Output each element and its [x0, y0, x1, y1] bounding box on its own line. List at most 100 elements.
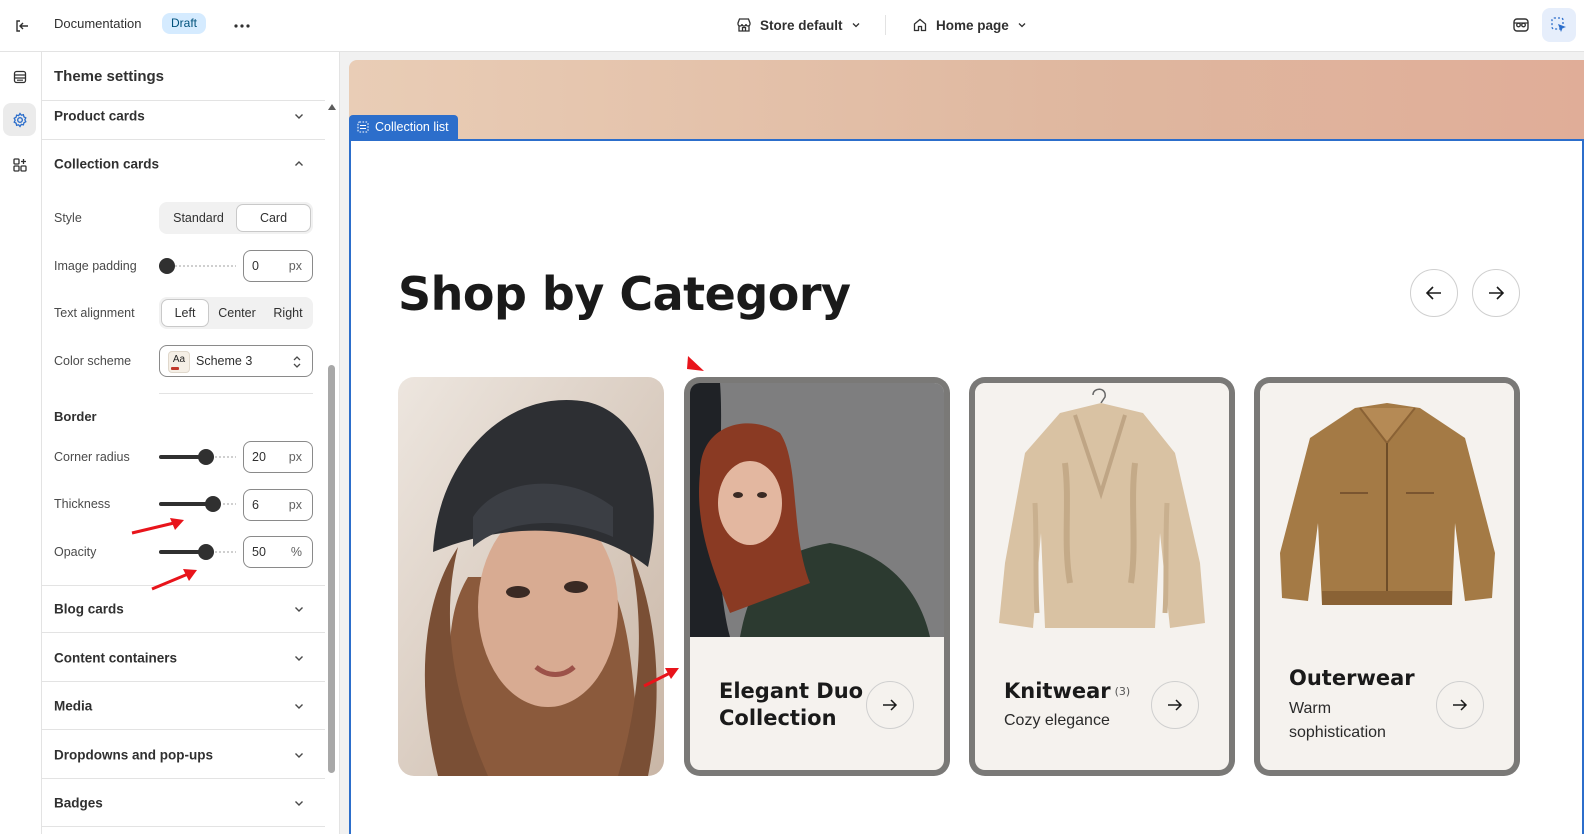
preview-icon[interactable] [1506, 10, 1536, 40]
corner-radius-slider[interactable] [159, 449, 236, 465]
align-left-option[interactable]: Left [161, 299, 209, 327]
chevron-down-icon [293, 652, 305, 664]
page-label: Home page [936, 17, 1009, 33]
thickness-slider[interactable] [159, 496, 236, 512]
arrow-right-icon [1168, 699, 1183, 711]
select-arrows-icon [293, 356, 301, 368]
align-right-option[interactable]: Right [265, 299, 311, 327]
image-padding-slider[interactable] [159, 258, 236, 274]
color-scheme-label: Color scheme [54, 354, 132, 368]
section-label: Blog cards [54, 601, 124, 617]
slider-knob[interactable] [159, 258, 175, 274]
color-scheme-select[interactable]: Aa Scheme 3 [159, 345, 313, 377]
input-value: 6 [252, 498, 259, 512]
section-tag[interactable]: Collection list [349, 115, 458, 139]
align-center-option[interactable]: Center [209, 299, 265, 327]
collection-list-icon [357, 121, 369, 133]
icon-rail [0, 52, 42, 834]
annotation-arrow-icon [643, 668, 679, 688]
section-media[interactable]: Media [42, 682, 325, 730]
arrow-right-icon [1489, 286, 1505, 300]
collection-card[interactable]: Knitwear (3) Cozy elegance [969, 377, 1235, 776]
store-label: Store default [760, 17, 843, 33]
inspector-icon[interactable] [1542, 8, 1576, 42]
chevron-down-icon [293, 603, 305, 615]
scroll-up-arrow[interactable] [328, 104, 336, 110]
status-badge: Draft [162, 13, 207, 34]
arrow-left-icon [1425, 286, 1441, 300]
section-label: Media [54, 698, 93, 713]
corner-radius-input[interactable]: 20 px [243, 441, 313, 473]
next-arrow-button[interactable] [1472, 269, 1520, 317]
text-alignment-control: Left Center Right [159, 297, 313, 329]
top-bar: Documentation Draft Store default Home p… [0, 0, 1584, 52]
chevron-down-icon [293, 749, 305, 761]
text-alignment-label: Text alignment [54, 306, 135, 320]
section-label: Collection cards [54, 156, 160, 172]
collection-card[interactable] [398, 377, 664, 776]
theme-settings-panel: Theme settings Product cards Collection … [42, 52, 340, 834]
opacity-input[interactable]: 50 % [243, 536, 313, 568]
opacity-slider[interactable] [159, 544, 236, 560]
style-option-standard[interactable]: Standard [161, 204, 236, 232]
section-product-cards[interactable]: Product cards [42, 92, 325, 140]
preview-canvas: Collection list Shop by Category Elegant… [341, 52, 1584, 834]
apps-icon[interactable] [3, 148, 36, 181]
collection-card[interactable]: Outerwear Warm sophistication [1254, 377, 1520, 776]
divider [159, 393, 313, 394]
section-badges[interactable]: Badges [42, 779, 325, 827]
knit-cardigan-image [975, 383, 1229, 643]
scrollbar-thumb[interactable] [328, 365, 335, 773]
exit-icon[interactable] [8, 12, 36, 40]
image-padding-input[interactable]: 0 px [243, 250, 313, 282]
section-label: Badges [54, 795, 103, 810]
chevron-up-icon [293, 158, 305, 170]
previous-arrow-button[interactable] [1410, 269, 1458, 317]
more-actions-icon[interactable] [228, 12, 256, 40]
store-icon [737, 18, 751, 32]
input-unit: px [288, 498, 302, 512]
store-selector[interactable]: Store default [730, 10, 867, 40]
page-selector[interactable]: Home page [906, 10, 1033, 40]
style-label: Style [54, 211, 82, 225]
section-content-containers[interactable]: Content containers [42, 634, 325, 682]
card-title: Elegant Duo Collection [719, 679, 864, 730]
arrow-right-icon [1453, 699, 1468, 711]
section-collection-cards[interactable]: Collection cards [42, 140, 325, 188]
border-subheading: Border [54, 409, 97, 424]
card-subtitle: Cozy elegance [1004, 712, 1110, 729]
settings-gear-icon[interactable] [3, 103, 36, 136]
scheme-value: Scheme 3 [196, 354, 253, 368]
sections-icon[interactable] [3, 60, 36, 93]
style-option-card[interactable]: Card [236, 204, 311, 232]
chevron-down-icon [852, 23, 859, 28]
duo-collection-image [690, 383, 944, 637]
annotation-arrow-icon [131, 518, 184, 535]
card-title-text: Knitwear [1004, 679, 1111, 703]
slider-knob[interactable] [198, 544, 214, 560]
card-title: Knitwear (3) [1004, 678, 1130, 705]
portrait-image [398, 377, 664, 776]
thickness-input[interactable]: 6 px [243, 489, 313, 521]
scheme-swatch: Aa [168, 351, 190, 373]
slider-knob[interactable] [198, 449, 214, 465]
previous-section-image [349, 60, 1584, 140]
image-padding-label: Image padding [54, 259, 137, 273]
chevron-down-icon [293, 797, 305, 809]
card-arrow-button[interactable] [866, 681, 914, 729]
chevron-down-icon [1018, 23, 1026, 28]
card-subtitle: Warm sophistication [1289, 700, 1386, 741]
section-tag-label: Collection list [375, 120, 449, 134]
thickness-label: Thickness [54, 497, 111, 511]
input-unit: px [288, 450, 302, 464]
collection-card[interactable]: Elegant Duo Collection [684, 377, 950, 776]
document-title: Documentation [54, 16, 142, 31]
section-dropdowns-popups[interactable]: Dropdowns and pop-ups [42, 731, 325, 779]
card-arrow-button[interactable] [1436, 681, 1484, 729]
card-count: (3) [1114, 685, 1131, 698]
home-icon [913, 18, 927, 32]
card-arrow-button[interactable] [1151, 681, 1199, 729]
chevron-down-icon [293, 110, 305, 122]
section-heading: Shop by Category [398, 267, 851, 321]
slider-knob[interactable] [205, 496, 221, 512]
